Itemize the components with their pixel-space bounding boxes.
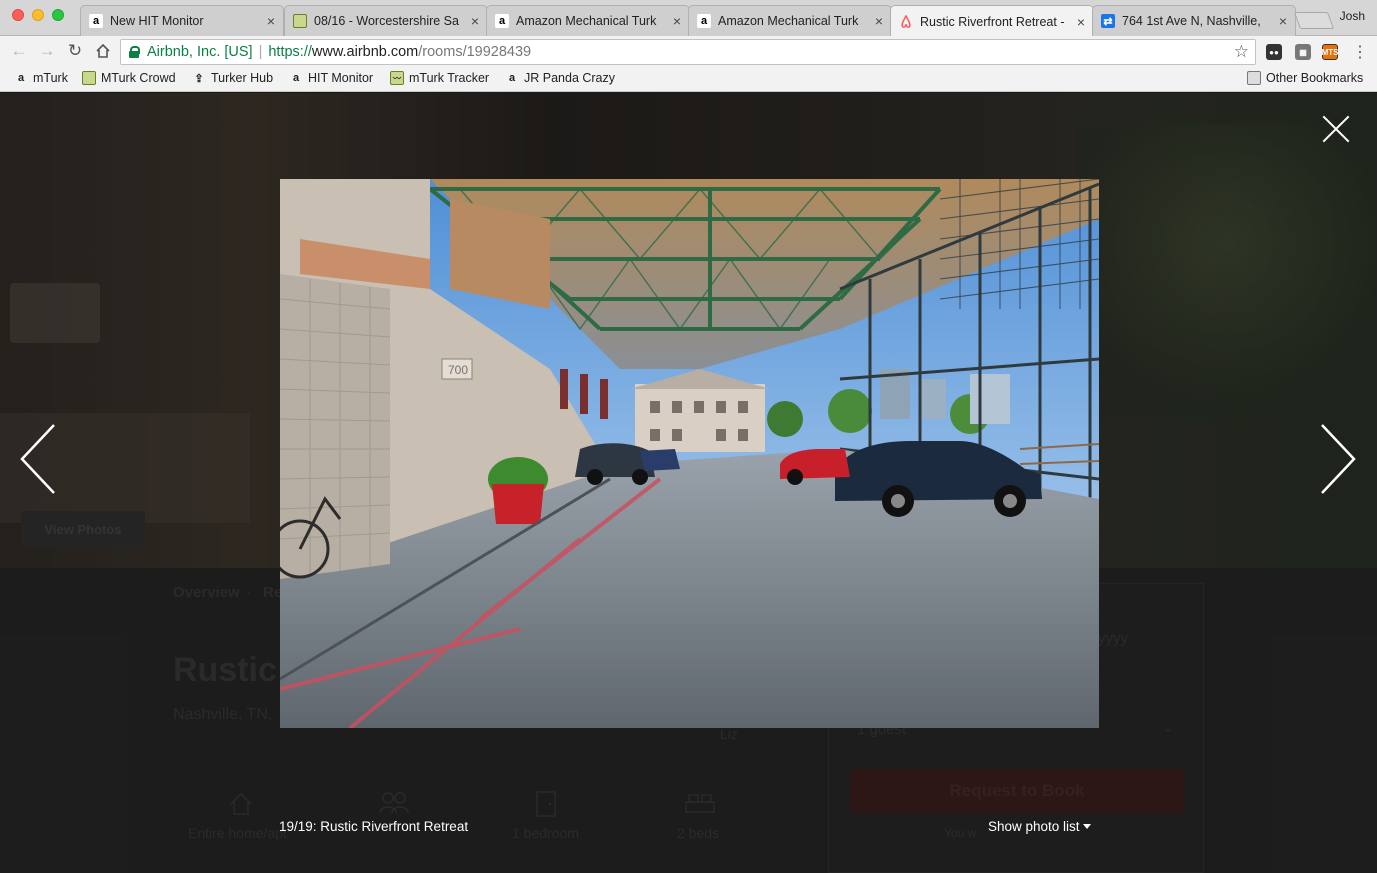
- window-close-button[interactable]: [12, 9, 24, 21]
- tab-title: Rustic Riverfront Retreat -: [920, 14, 1065, 29]
- tab-address-map[interactable]: ⇄ 764 1st Ave N, Nashville, ×: [1092, 5, 1296, 36]
- url-host: www.airbnb.com: [311, 44, 419, 60]
- forward-icon[interactable]: →: [36, 40, 58, 62]
- tab-title: 764 1st Ave N, Nashville,: [1122, 14, 1261, 28]
- amazon-icon: a: [17, 72, 25, 84]
- close-icon[interactable]: [1320, 113, 1352, 145]
- tab-title: New HIT Monitor: [110, 14, 204, 28]
- bookmark-jr-panda-crazy[interactable]: a JR Panda Crazy: [505, 71, 615, 85]
- amazon-icon: a: [508, 72, 516, 84]
- bookmark-label: mTurk: [33, 71, 68, 85]
- previous-photo-arrow-icon[interactable]: [16, 423, 60, 495]
- url-scheme: https://: [268, 44, 312, 60]
- bookmark-turker-hub[interactable]: ⇪ Turker Hub: [192, 71, 273, 85]
- mts-extension-icon[interactable]: MTS: [1322, 44, 1338, 60]
- bookmarks-bar: a mTurk MTurk Crowd ⇪ Turker Hub a HIT M…: [0, 68, 1377, 92]
- close-icon[interactable]: ×: [1279, 13, 1287, 29]
- url-path: /rooms/19928439: [418, 44, 532, 60]
- upload-icon: ⇪: [194, 72, 204, 85]
- tab-new-hit-monitor[interactable]: a New HIT Monitor ×: [80, 5, 284, 36]
- bookmark-other[interactable]: Other Bookmarks: [1247, 71, 1363, 85]
- window-minimize-button[interactable]: [32, 9, 44, 21]
- browser-toolbar: ← → ↻ Airbnb, Inc. [US] | https:// www.a…: [0, 36, 1377, 68]
- amazon-icon: a: [495, 14, 509, 28]
- tab-amazon-mturk-2[interactable]: a Amazon Mechanical Turk ×: [688, 5, 892, 36]
- tab-title: Amazon Mechanical Turk: [718, 14, 859, 28]
- new-tab-button[interactable]: [1293, 12, 1335, 29]
- folder-icon: [1247, 71, 1261, 85]
- extension-icon[interactable]: ▦: [1295, 44, 1311, 60]
- folder-icon: [293, 14, 307, 28]
- next-photo-arrow-icon[interactable]: [1316, 423, 1360, 495]
- profile-name[interactable]: Josh: [1340, 9, 1365, 23]
- building-number-text: 700: [448, 363, 468, 377]
- tab-worcestershire[interactable]: 08/16 - Worcestershire Sa ×: [284, 5, 488, 36]
- amazon-icon: a: [292, 72, 300, 84]
- bookmark-label: MTurk Crowd: [101, 71, 176, 85]
- bookmark-label: Turker Hub: [211, 71, 274, 85]
- bookmark-hit-monitor[interactable]: a HIT Monitor: [289, 71, 373, 85]
- bookmark-mturk-crowd[interactable]: MTurk Crowd: [82, 71, 176, 85]
- bookmark-label: mTurk Tracker: [409, 71, 490, 85]
- tab-title: Amazon Mechanical Turk: [516, 14, 657, 28]
- bookmark-label: HIT Monitor: [308, 71, 374, 85]
- home-icon[interactable]: [92, 40, 114, 62]
- tab-strip: a New HIT Monitor × 08/16 - Worcestershi…: [0, 0, 1377, 37]
- caret-down-icon: [1082, 824, 1091, 829]
- lightbox-photo: 700: [280, 179, 1099, 728]
- close-icon[interactable]: ×: [471, 13, 479, 29]
- bookmark-star-icon[interactable]: ☆: [1234, 42, 1249, 62]
- reload-icon[interactable]: ↻: [64, 40, 86, 62]
- folder-icon: [82, 71, 96, 85]
- back-icon[interactable]: ←: [8, 40, 30, 62]
- tab-amazon-mturk-1[interactable]: a Amazon Mechanical Turk ×: [486, 5, 690, 36]
- amazon-icon: a: [89, 14, 103, 28]
- parking-garage-photo: 700: [280, 179, 1099, 728]
- close-icon[interactable]: ×: [673, 13, 681, 29]
- address-bar[interactable]: Airbnb, Inc. [US] | https:// www.airbnb.…: [120, 39, 1256, 65]
- airbnb-listing-page: View Photos Overview · Re Rustic Nashvil…: [0, 93, 1377, 873]
- close-icon[interactable]: ×: [1077, 14, 1085, 30]
- photo-caption: 19/19: Rustic Riverfront Retreat: [279, 819, 469, 834]
- map-icon: ⇄: [1101, 14, 1115, 28]
- extension-icon[interactable]: ●●: [1266, 44, 1282, 60]
- bookmark-label: Other Bookmarks: [1266, 71, 1364, 85]
- chart-icon: 〰: [390, 71, 404, 85]
- lock-icon[interactable]: [129, 46, 140, 58]
- bookmark-label: JR Panda Crazy: [524, 71, 616, 85]
- chrome-menu-icon[interactable]: ⋮: [1352, 42, 1368, 62]
- site-identity[interactable]: Airbnb, Inc. [US]: [147, 44, 253, 60]
- close-icon[interactable]: ×: [267, 13, 275, 29]
- amazon-icon: a: [697, 14, 711, 28]
- show-photo-list-label: Show photo list: [988, 819, 1080, 834]
- tab-title: 08/16 - Worcestershire Sa: [314, 14, 459, 28]
- window-zoom-button[interactable]: [52, 9, 64, 21]
- url-separator: |: [258, 44, 263, 60]
- bookmark-mturk-tracker[interactable]: 〰 mTurk Tracker: [390, 71, 489, 85]
- airbnb-icon: [899, 14, 913, 29]
- tab-rustic-riverfront[interactable]: Rustic Riverfront Retreat - ×: [890, 5, 1094, 37]
- close-icon[interactable]: ×: [875, 13, 883, 29]
- bookmark-mturk[interactable]: a mTurk: [14, 71, 68, 85]
- show-photo-list-button[interactable]: Show photo list: [988, 819, 1091, 834]
